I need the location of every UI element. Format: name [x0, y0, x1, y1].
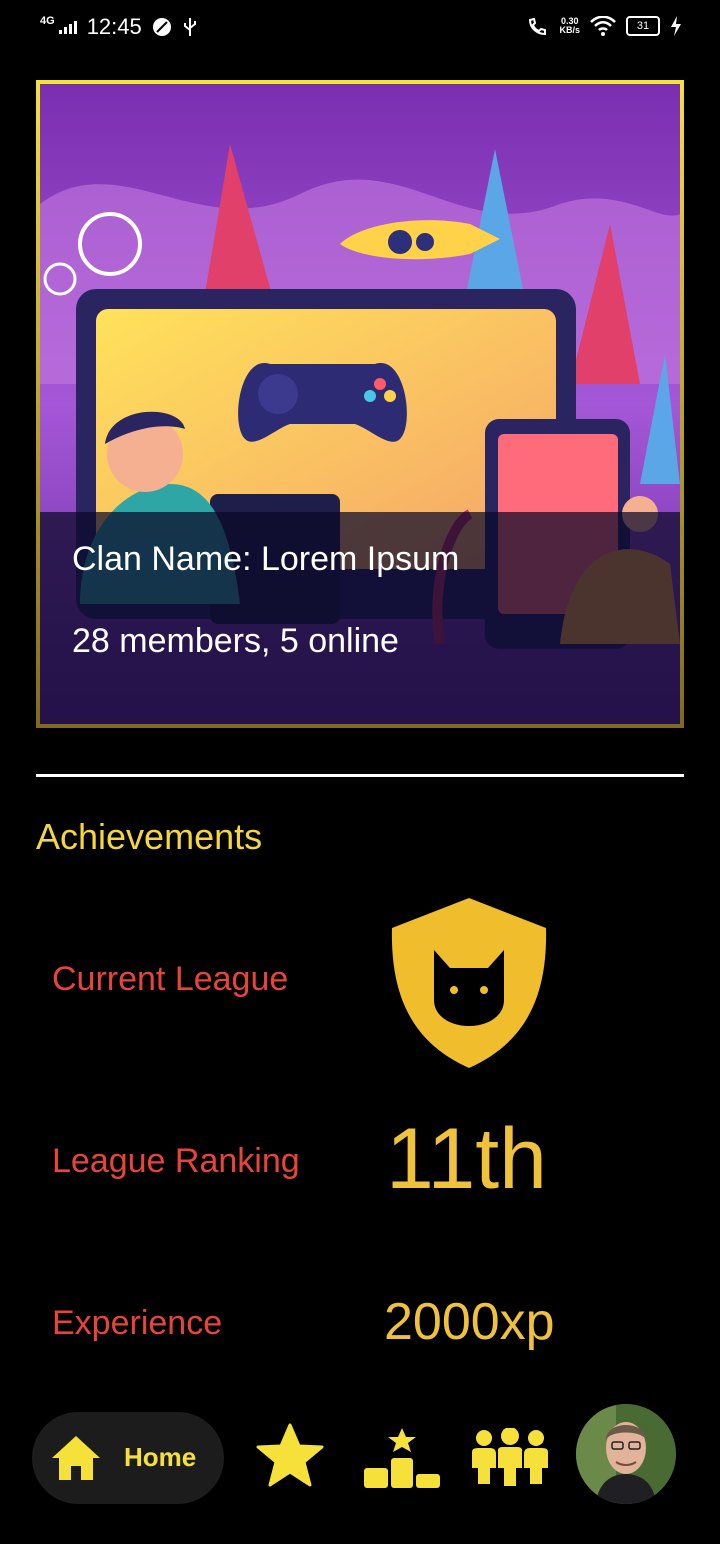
- clock-time: 12:45: [86, 14, 142, 39]
- leaderboard-podium-icon[interactable]: [362, 1426, 442, 1490]
- signal-icon: [58, 20, 77, 34]
- network-type: 4G: [40, 14, 55, 27]
- usb-icon: [183, 18, 196, 36]
- network-speed: 0.30 KB/s: [559, 16, 580, 35]
- avatar-photo: [576, 1404, 676, 1504]
- star-icon[interactable]: [256, 1422, 324, 1488]
- experience-value: 2000xp: [384, 1293, 555, 1351]
- clan-member-count: 28 members, 5 online: [72, 622, 399, 660]
- clan-name: Clan Name: Lorem Ipsum: [72, 540, 460, 578]
- charging-icon: [671, 16, 681, 36]
- league-shield-icon: [391, 898, 547, 1068]
- league-ranking-label: League Ranking: [52, 1142, 300, 1180]
- league-ranking-value: 11th: [386, 1111, 547, 1207]
- wifi-icon: [590, 16, 616, 36]
- battery-icon: 31: [626, 16, 660, 36]
- clan-card[interactable]: Clan Name: Lorem Ipsum 28 members, 5 onl…: [36, 80, 684, 728]
- experience-label: Experience: [52, 1304, 223, 1342]
- profile-avatar[interactable]: [576, 1404, 676, 1504]
- leaf-icon: [152, 18, 171, 36]
- clan-members-icon[interactable]: [470, 1428, 550, 1486]
- wifi-call-icon: [529, 17, 547, 36]
- nav-home-button[interactable]: Home: [32, 1412, 224, 1504]
- section-divider: [36, 774, 684, 777]
- nav-home-label: Home: [124, 1442, 197, 1472]
- current-league-label: Current League: [52, 960, 289, 998]
- home-icon: [52, 1436, 100, 1480]
- status-bar: 4G 12:45 0.30 KB/s 31: [0, 0, 720, 58]
- achievements-title: Achievements: [36, 816, 263, 857]
